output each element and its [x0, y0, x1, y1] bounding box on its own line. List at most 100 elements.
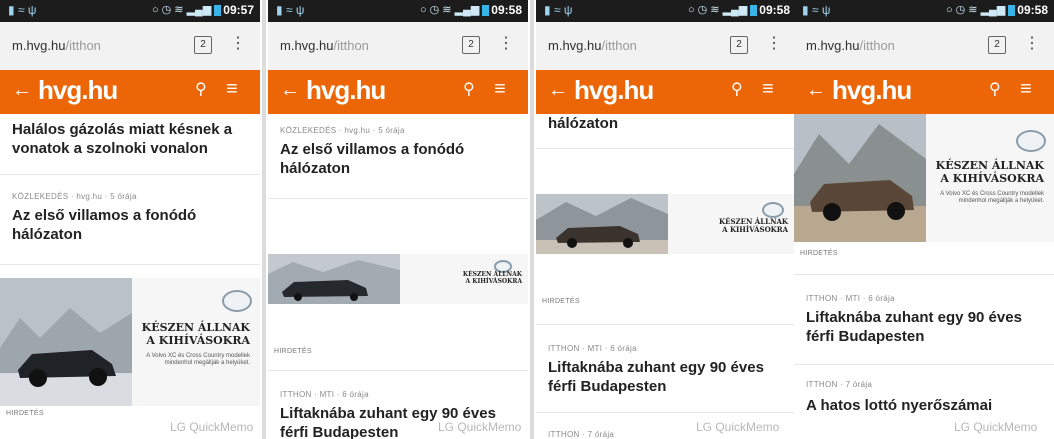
browser-address-bar[interactable]: m.hvg.hu/itthon 2 ⋮	[0, 22, 260, 71]
article-feed: Halálos gázolás miatt késnek a vonatok a…	[0, 114, 260, 439]
url-host: m.hvg.hu	[548, 38, 602, 53]
screen-2: ▮ ≈ ψ ○ ◷ ≋ ▂▄▆ 09:58 m.hvg.hu/itthon 2 ⋮…	[268, 0, 528, 439]
article-title[interactable]: A hatos lottó nyerőszámai	[806, 396, 1046, 415]
browser-address-bar[interactable]: m.hvg.hu/itthon 2 ⋮	[794, 22, 1054, 71]
clock: 09:58	[491, 3, 522, 18]
overflow-menu-icon[interactable]: ⋮	[498, 34, 514, 54]
article-meta: ITTHON · MTI · 6 órája	[548, 344, 637, 353]
screenshot-divider	[262, 0, 266, 439]
url-path: /itthon	[601, 38, 637, 53]
divider	[0, 264, 260, 265]
status-icons: ○ ◷ ≋ ▂▄▆ 09:57	[151, 3, 254, 18]
search-icon[interactable]: ⚲	[989, 79, 1001, 99]
site-logo[interactable]: hvg.hu	[38, 75, 118, 106]
tab-switcher-button[interactable]: 2	[462, 36, 480, 54]
back-arrow-icon[interactable]: ←	[280, 79, 300, 102]
site-logo[interactable]: hvg.hu	[306, 75, 386, 106]
battery-icon	[214, 4, 222, 16]
search-icon[interactable]: ⚲	[463, 79, 475, 99]
site-logo[interactable]: hvg.hu	[832, 75, 912, 106]
status-icons: ○ ◷ ≋ ▂▄▆ 09:58	[945, 3, 1048, 18]
back-arrow-icon[interactable]: ←	[12, 79, 32, 102]
ad-label: HIRDETÉS	[800, 250, 838, 257]
article-feed: KÉSZEN ÁLLNAK A KIHÍVÁSOKRA A Volvo XC é…	[794, 114, 1054, 439]
notification-icons: ▮ ≈ ψ	[276, 3, 305, 17]
ad-text: KÉSZEN ÁLLNAK A KIHÍVÁSOKRA	[678, 217, 788, 234]
divider	[794, 274, 1054, 275]
battery-icon	[1008, 4, 1016, 16]
divider	[0, 174, 260, 175]
car-photo	[268, 254, 400, 304]
overflow-menu-icon[interactable]: ⋮	[766, 34, 782, 54]
ad-tagline: A Volvo XC és Cross Country modellek min…	[940, 191, 1044, 205]
ad-label: HIRDETÉS	[542, 298, 580, 305]
advertisement-banner[interactable]: KÉSZEN ÁLLNAK A KIHÍVÁSOKRA	[268, 254, 528, 304]
search-icon[interactable]: ⚲	[195, 79, 207, 99]
article-title[interactable]: Liftaknába zuhant egy 90 éves férfi Buda…	[806, 308, 1046, 346]
tab-switcher-button[interactable]: 2	[730, 36, 748, 54]
search-icon[interactable]: ⚲	[731, 79, 743, 99]
ad-label: HIRDETÉS	[6, 410, 44, 417]
browser-address-bar[interactable]: m.hvg.hu/itthon 2 ⋮	[536, 22, 796, 71]
advertisement-banner[interactable]: KÉSZEN ÁLLNAK A KIHÍVÁSOKRA	[536, 194, 796, 254]
browser-address-bar[interactable]: m.hvg.hu/itthon 2 ⋮	[268, 22, 528, 71]
overflow-menu-icon[interactable]: ⋮	[230, 34, 246, 54]
status-bar: ▮ ≈ ψ ○ ◷ ≋ ▂▄▆ 09:57	[0, 0, 260, 22]
ad-text: KÉSZEN ÁLLNAK A KIHÍVÁSOKRA A Volvo XC é…	[924, 159, 1044, 206]
car-photo	[794, 114, 926, 242]
article-meta: ITTHON · MTI · 6 órája	[806, 294, 895, 303]
ad-headline-2: A KIHÍVÁSOKRA	[146, 333, 250, 347]
ad-label: HIRDETÉS	[274, 348, 312, 355]
article-meta: ITTHON · MTI · 6 órája	[280, 390, 369, 399]
status-icons: ○ ◷ ≋ ▂▄▆ 09:58	[419, 3, 522, 18]
notification-icons: ▮ ≈ ψ	[8, 3, 37, 17]
hamburger-menu-icon[interactable]: ≡	[1020, 78, 1032, 101]
quickmemo-watermark: LG QuickMemo	[438, 420, 522, 434]
article-title[interactable]: Liftaknába zuhant egy 90 éves férfi Buda…	[548, 358, 788, 396]
site-logo[interactable]: hvg.hu	[574, 75, 654, 106]
volvo-logo-icon	[762, 202, 784, 218]
advertisement-banner[interactable]: KÉSZEN ÁLLNAK A KIHÍVÁSOKRA A Volvo XC é…	[794, 114, 1054, 242]
tab-switcher-button[interactable]: 2	[988, 36, 1006, 54]
article-title[interactable]: Halálos gázolás miatt késnek a vonatok a…	[12, 120, 252, 158]
ad-headline-2: A KIHÍVÁSOKRA	[940, 171, 1044, 185]
quickmemo-watermark: LG QuickMemo	[696, 420, 780, 434]
status-icons: ○ ◷ ≋ ▂▄▆ 09:58	[687, 3, 790, 18]
volvo-logo-icon	[222, 290, 252, 312]
ad-text: KÉSZEN ÁLLNAK A KIHÍVÁSOKRA	[412, 271, 522, 286]
article-title[interactable]: Az első villamos a fonódó hálózaton	[12, 206, 252, 244]
status-bar: ▮ ≈ ψ ○ ◷ ≋ ▂▄▆ 09:58	[268, 0, 528, 22]
hamburger-menu-icon[interactable]: ≡	[494, 78, 506, 101]
back-arrow-icon[interactable]: ←	[806, 79, 826, 102]
divider	[794, 364, 1054, 365]
clock: 09:58	[1017, 3, 1048, 18]
site-header: ← hvg.hu ⚲ ≡	[268, 70, 528, 114]
status-bar: ▮ ≈ ψ ○ ◷ ≋ ▂▄▆ 09:58	[536, 0, 796, 22]
overflow-menu-icon[interactable]: ⋮	[1024, 34, 1040, 54]
divider	[268, 198, 528, 199]
hamburger-menu-icon[interactable]: ≡	[762, 78, 774, 101]
tab-switcher-button[interactable]: 2	[194, 36, 212, 54]
article-title[interactable]: hálózaton	[548, 114, 788, 133]
screenshot-divider	[530, 0, 534, 439]
article-feed: KÖZLEKEDÉS · hvg.hu · 5 órája Az első vi…	[268, 114, 528, 439]
quickmemo-watermark: LG QuickMemo	[170, 420, 254, 434]
ad-text: KÉSZEN ÁLLNAK A KIHÍVÁSOKRA A Volvo XC é…	[130, 321, 250, 368]
back-arrow-icon[interactable]: ←	[548, 79, 568, 102]
screen-3: ▮ ≈ ψ ○ ◷ ≋ ▂▄▆ 09:58 m.hvg.hu/itthon 2 ⋮…	[536, 0, 796, 439]
article-meta: KÖZLEKEDÉS · hvg.hu · 5 órája	[12, 192, 137, 201]
url-field[interactable]: m.hvg.hu/itthon	[806, 38, 895, 53]
article-title[interactable]: Az első villamos a fonódó hálózaton	[280, 140, 520, 178]
article-feed: hálózaton KÉSZEN ÁLLNAK A KIHÍVÁSOKRA HI…	[536, 114, 796, 439]
hamburger-menu-icon[interactable]: ≡	[226, 78, 238, 101]
advertisement-banner[interactable]: KÉSZEN ÁLLNAK A KIHÍVÁSOKRA A Volvo XC é…	[0, 278, 260, 406]
site-header: ← hvg.hu ⚲ ≡	[794, 70, 1054, 114]
url-path: /itthon	[859, 38, 895, 53]
url-field[interactable]: m.hvg.hu/itthon	[12, 38, 101, 53]
url-host: m.hvg.hu	[280, 38, 334, 53]
url-field[interactable]: m.hvg.hu/itthon	[280, 38, 369, 53]
url-field[interactable]: m.hvg.hu/itthon	[548, 38, 637, 53]
notification-icons: ▮ ≈ ψ	[802, 3, 831, 17]
status-bar: ▮ ≈ ψ ○ ◷ ≋ ▂▄▆ 09:58	[794, 0, 1054, 22]
divider	[536, 148, 796, 149]
